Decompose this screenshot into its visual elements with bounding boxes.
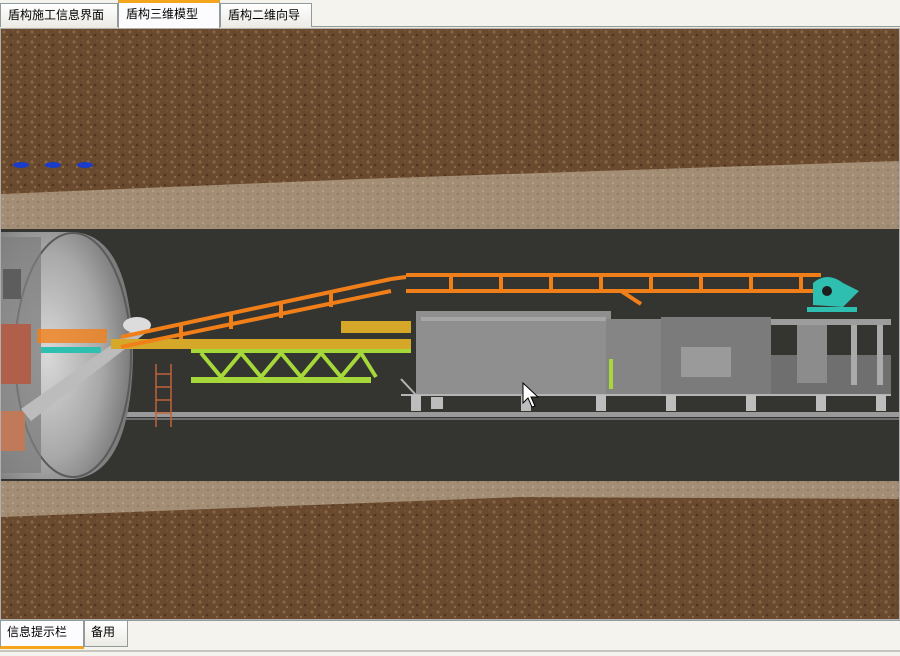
top-tab-bar: 盾构施工信息界面 盾构三维模型 盾构二维向导 bbox=[0, 0, 900, 28]
bottom-divider bbox=[0, 650, 900, 652]
bottom-tab-bar: 信息提示栏 备用 bbox=[0, 620, 900, 656]
tab-shield-3d-model[interactable]: 盾构三维模型 bbox=[118, 0, 220, 28]
3d-model-viewport[interactable] bbox=[0, 28, 900, 620]
backup-gantry bbox=[400, 311, 891, 411]
rail-track bbox=[101, 412, 899, 420]
tab-spare[interactable]: 备用 bbox=[84, 621, 128, 647]
tab-info-panel[interactable]: 信息提示栏 bbox=[0, 621, 84, 649]
tunnel-scene bbox=[1, 29, 899, 619]
tab-shield-2d-guide[interactable]: 盾构二维向导 bbox=[220, 3, 312, 27]
tab-shield-construction-info[interactable]: 盾构施工信息界面 bbox=[0, 3, 118, 27]
survey-markers bbox=[13, 162, 93, 168]
